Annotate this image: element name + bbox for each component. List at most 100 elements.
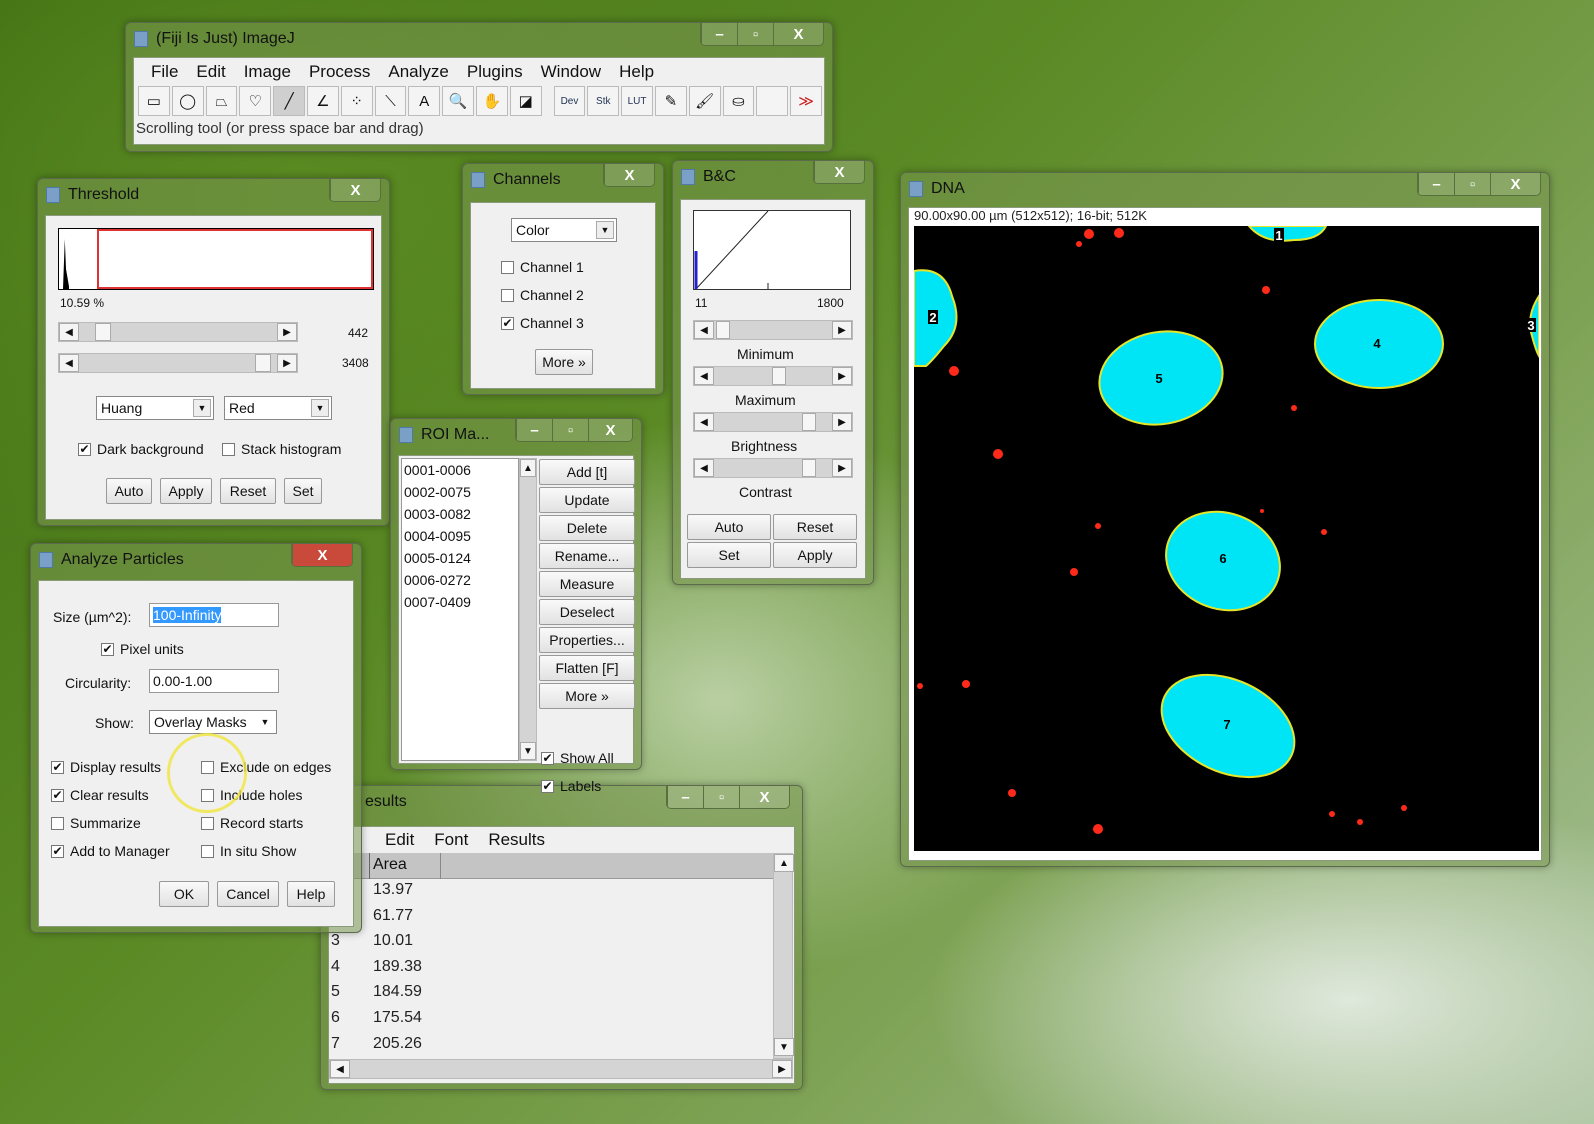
roi-list[interactable]: 0001-0006 0002-0075 0003-0082 0004-0095 0005… (401, 458, 519, 761)
menu-edit[interactable]: Edit (187, 62, 234, 82)
maximize-button[interactable]: ▫ (1454, 173, 1490, 195)
set-button[interactable]: Set (687, 542, 771, 568)
more-tools-icon[interactable]: ≫ (790, 86, 822, 116)
color-picker-icon[interactable]: ◪ (509, 86, 542, 116)
menu-plugins[interactable]: Plugins (458, 62, 532, 82)
roi-more-button[interactable]: More » (539, 683, 635, 709)
image-canvas[interactable]: 1 2 3 4 5 6 7 (914, 226, 1539, 851)
angle-tool-icon[interactable]: ∠ (306, 86, 339, 116)
roi-update-button[interactable]: Update (539, 487, 635, 513)
maximize-button[interactable]: ▫ (703, 786, 739, 808)
auto-button[interactable]: Auto (687, 514, 771, 540)
empty-tool-icon[interactable] (756, 86, 789, 116)
show-all-checkbox[interactable]: ✔ Show All (541, 750, 614, 766)
apply-button[interactable]: Apply (773, 542, 857, 568)
auto-button[interactable]: Auto (106, 478, 152, 504)
max-threshold-slider[interactable]: ◀ ▶ (58, 353, 298, 373)
line-tool-icon[interactable]: ╱ (273, 86, 305, 116)
close-button[interactable]: X (739, 786, 789, 808)
minimum-slider[interactable]: ◀ ▶ (693, 320, 853, 340)
circularity-input[interactable]: 0.00-1.00 (149, 669, 279, 693)
in-situ-show-checkbox[interactable]: In situ Show (201, 843, 296, 859)
close-button[interactable]: X (1490, 173, 1540, 195)
lut-menu-icon[interactable]: LUT (621, 86, 653, 116)
table-row[interactable]: 5 184.59 (329, 983, 773, 1009)
minimize-button[interactable]: – (667, 786, 703, 808)
add-to-manager-checkbox[interactable]: ✔ Add to Manager (51, 843, 170, 859)
roi-list-item[interactable]: 0002-0075 (404, 484, 516, 506)
dev-menu-icon[interactable]: Dev (553, 86, 586, 116)
help-button[interactable]: Help (287, 881, 335, 907)
channel-mode-dropdown[interactable]: Color ▼ (511, 218, 617, 242)
roi-flatten-f-button[interactable]: Flatten [F] (539, 655, 635, 681)
freehand-tool-icon[interactable]: ♡ (239, 86, 272, 116)
summarize-checkbox[interactable]: Summarize (51, 815, 141, 831)
roi-deselect-button[interactable]: Deselect (539, 599, 635, 625)
display-mode-dropdown[interactable]: Red ▼ (224, 396, 332, 420)
pixel-units-checkbox[interactable]: ✔ Pixel units (101, 641, 184, 657)
table-row[interactable]: 7 205.26 (329, 1035, 773, 1061)
table-row[interactable]: 4 189.38 (329, 958, 773, 984)
table-row[interactable]: 3 10.01 (329, 932, 773, 958)
roi-delete-button[interactable]: Delete (539, 515, 635, 541)
menu-image[interactable]: Image (235, 62, 300, 82)
roi-add-t-button[interactable]: Add [t] (539, 459, 635, 485)
minimize-button[interactable]: – (701, 23, 737, 45)
apply-button[interactable]: Apply (160, 478, 212, 504)
method-dropdown[interactable]: Huang ▼ (96, 396, 214, 420)
close-button[interactable]: X (292, 544, 352, 566)
rectangle-tool-icon[interactable]: ▭ (138, 86, 170, 116)
vertical-scrollbar[interactable]: ▲ ▼ (773, 853, 794, 1059)
contrast-slider[interactable]: ◀ ▶ (693, 458, 853, 478)
maximize-button[interactable]: ▫ (737, 23, 773, 45)
menu-font[interactable]: Font (434, 830, 468, 850)
table-row[interactable]: 6 175.54 (329, 1009, 773, 1035)
roi-list-item[interactable]: 0001-0006 (404, 462, 516, 484)
text-tool-icon[interactable]: A (408, 86, 441, 116)
oval-tool-icon[interactable]: ◯ (171, 86, 204, 116)
stk-menu-icon[interactable]: Stk (587, 86, 620, 116)
roi-list-item[interactable]: 0003-0082 (404, 506, 516, 528)
roi-list-item[interactable]: 0005-0124 (404, 550, 516, 572)
brightness-slider[interactable]: ◀ ▶ (693, 412, 853, 432)
roi-list-item[interactable]: 0006-0272 (404, 572, 516, 594)
channel-2-checkbox[interactable]: Channel 2 (501, 287, 584, 303)
pencil-icon[interactable]: ✎ (654, 86, 687, 116)
menu-help[interactable]: Help (610, 62, 663, 82)
point-tool-icon[interactable]: ⁘ (340, 86, 373, 116)
channel-3-checkbox[interactable]: ✔ Channel 3 (501, 315, 584, 331)
table-row[interactable]: 113.97 (329, 881, 773, 907)
maximize-button[interactable]: ▫ (552, 419, 588, 441)
size-input[interactable]: 100-Infinity (149, 603, 279, 627)
stack-histogram-checkbox[interactable]: Stack histogram (222, 441, 341, 457)
minimize-button[interactable]: – (1418, 173, 1454, 195)
maximum-slider[interactable]: ◀ ▶ (693, 366, 853, 386)
menu-file[interactable]: File (142, 62, 187, 82)
set-button[interactable]: Set (284, 478, 322, 504)
table-row[interactable]: 261.77 (329, 907, 773, 933)
menu-results[interactable]: Results (488, 830, 545, 850)
menu-analyze[interactable]: Analyze (379, 62, 457, 82)
close-button[interactable]: X (330, 179, 380, 201)
close-button[interactable]: X (773, 23, 823, 45)
roi-properties-button[interactable]: Properties... (539, 627, 635, 653)
roi-measure-button[interactable]: Measure (539, 571, 635, 597)
roi-list-item[interactable]: 0007-0409 (404, 594, 516, 616)
menu-edit[interactable]: Edit (385, 830, 414, 850)
close-button[interactable]: X (588, 419, 632, 441)
column-header-area[interactable]: Area (369, 853, 441, 879)
magnifier-tool-icon[interactable]: 🔍 (442, 86, 474, 116)
reset-button[interactable]: Reset (773, 514, 857, 540)
record-starts-checkbox[interactable]: Record starts (201, 815, 303, 831)
cancel-button[interactable]: Cancel (217, 881, 279, 907)
polygon-tool-icon[interactable]: ⏢ (205, 86, 238, 116)
min-threshold-slider[interactable]: ◀ ▶ (58, 322, 298, 342)
roi-list-scrollbar[interactable]: ▲ ▼ (519, 458, 537, 761)
reset-button[interactable]: Reset (220, 478, 276, 504)
labels-checkbox[interactable]: ✔ Labels (541, 778, 601, 794)
ok-button[interactable]: OK (159, 881, 209, 907)
roi-list-item[interactable]: 0004-0095 (404, 528, 516, 550)
channel-1-checkbox[interactable]: Channel 1 (501, 259, 584, 275)
close-button[interactable]: X (604, 164, 654, 186)
clear-results-checkbox[interactable]: ✔ Clear results (51, 787, 149, 803)
